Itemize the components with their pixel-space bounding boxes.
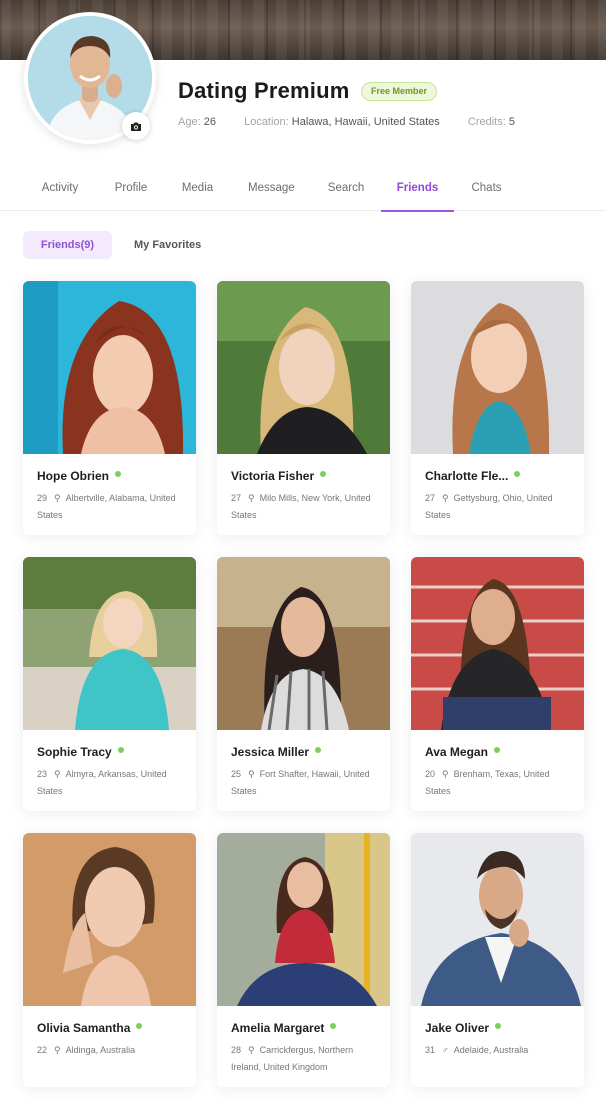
online-status-icon (115, 471, 122, 477)
friend-card[interactable]: Olivia Samantha 22 ⚲ Aldinga, Australia (23, 833, 196, 1087)
friend-photo (23, 557, 196, 730)
online-status-icon (330, 1023, 337, 1029)
friend-photo (411, 557, 584, 730)
friend-info: 25 ⚲ Fort Shafter, Hawaii, United States (231, 766, 383, 799)
friend-photo (411, 833, 584, 1006)
friend-age: 20 (425, 769, 436, 779)
location-pin-icon: ⚲ (248, 769, 255, 779)
location-pin-icon: ⚲ (54, 493, 61, 503)
age-label: Age: (178, 116, 201, 128)
friend-name: Charlotte Fle... (425, 469, 521, 483)
friend-photo (217, 833, 390, 1006)
subtab-favorites[interactable]: My Favorites (134, 231, 201, 259)
friend-age: 29 (37, 493, 48, 503)
friend-name: Amelia Margaret (231, 1021, 337, 1035)
friend-card[interactable]: Victoria Fisher 27 ⚲ Milo Mills, New York,… (217, 281, 390, 535)
friend-info: 20 ⚲ Brenham, Texas, United States (425, 766, 577, 799)
friend-info: 22 ⚲ Aldinga, Australia (37, 1042, 189, 1059)
friend-card[interactable]: Ava Megan 20 ⚲ Brenham, Texas, United Stat… (411, 557, 584, 811)
friend-age: 27 (425, 493, 436, 503)
location-value: Halawa, Hawaii, United States (291, 116, 440, 128)
friend-info: 27 ⚲ Gettysburg, Ohio, United States (425, 490, 577, 523)
tab-search[interactable]: Search (327, 168, 365, 211)
location-pin-icon: ⚲ (248, 1045, 255, 1055)
online-status-icon (493, 747, 500, 753)
friend-info: 31 ♂ Adelaide, Australia (425, 1042, 577, 1059)
friend-age: 22 (37, 1045, 48, 1055)
online-status-icon (495, 1023, 502, 1029)
profile-name: Dating Premium (178, 78, 350, 103)
friend-location: Aldinga, Australia (65, 1045, 136, 1055)
camera-icon (131, 122, 141, 131)
subtab-friends[interactable]: Friends(9) (23, 231, 112, 259)
male-icon: ♂ (442, 1045, 449, 1055)
friend-name: Victoria Fisher (231, 469, 327, 483)
friend-age: 28 (231, 1045, 242, 1055)
tab-friends[interactable]: Friends (381, 168, 454, 212)
friend-photo (217, 281, 390, 454)
friend-age: 25 (231, 769, 242, 779)
friend-info: 28 ⚲ Carrickfergus, Northern Ireland, Unit… (231, 1042, 383, 1075)
friend-name: Hope Obrien (37, 469, 122, 483)
tab-activity[interactable]: Activity (40, 168, 80, 211)
location-pin-icon: ⚲ (442, 769, 449, 779)
friend-age: 23 (37, 769, 48, 779)
location-pin-icon: ⚲ (54, 1045, 61, 1055)
profile-meta: Age: 26 Location: Halawa, Hawaii, United… (178, 116, 515, 128)
friend-card[interactable]: Jake Oliver 31 ♂ Adelaide, Australia (411, 833, 584, 1087)
credits-value: 5 (508, 116, 515, 128)
friend-name: Sophie Tracy (37, 745, 124, 759)
friend-age: 31 (425, 1045, 436, 1055)
tab-chats[interactable]: Chats (471, 168, 502, 211)
location-label: Location: (244, 116, 289, 128)
friend-name: Ava Megan (425, 745, 500, 759)
friend-photo (23, 833, 196, 1006)
friend-photo (411, 281, 584, 454)
age-value: 26 (203, 116, 216, 128)
friend-info: 27 ⚲ Milo Mills, New York, United States (231, 490, 383, 523)
friend-card[interactable]: Hope Obrien 29 ⚲ Albertville, Alabama, Uni… (23, 281, 196, 535)
friend-age: 27 (231, 493, 242, 503)
tab-message[interactable]: Message (248, 168, 295, 211)
tab-profile[interactable]: Profile (114, 168, 148, 211)
member-badge: Free Member (361, 82, 438, 101)
online-status-icon (117, 747, 124, 753)
friend-location: Adelaide, Australia (453, 1045, 529, 1055)
friend-info: 23 ⚲ Almyra, Arkansas, United States (37, 766, 189, 799)
friend-name: Jake Oliver (425, 1021, 502, 1035)
credits-label: Credits: (467, 116, 506, 128)
online-status-icon (320, 471, 327, 477)
friend-card[interactable]: Charlotte Fle... 27 ⚲ Gettysburg, Ohio, Un… (411, 281, 584, 535)
location-pin-icon: ⚲ (248, 493, 255, 503)
friend-card[interactable]: Amelia Margaret 28 ⚲ Carrickfergus, Northe… (217, 833, 390, 1087)
profile-tabs: Activity Profile Media Message Search Fr… (0, 168, 606, 212)
location-pin-icon: ⚲ (442, 493, 449, 503)
online-status-icon (136, 1023, 143, 1029)
online-status-icon (514, 471, 521, 477)
friend-name: Jessica Miller (231, 745, 322, 759)
change-photo-button[interactable] (122, 112, 150, 140)
friend-photo (217, 557, 390, 730)
friend-info: 29 ⚲ Albertville, Alabama, United States (37, 490, 189, 523)
online-status-icon (315, 747, 322, 753)
friend-card[interactable]: Jessica Miller 25 ⚲ Fort Shafter, Hawaii, … (217, 557, 390, 811)
friend-name: Olivia Samantha (37, 1021, 143, 1035)
friend-card[interactable]: Sophie Tracy 23 ⚲ Almyra, Arkansas, United… (23, 557, 196, 811)
friend-photo (23, 281, 196, 454)
tab-media[interactable]: Media (181, 168, 214, 211)
location-pin-icon: ⚲ (54, 769, 61, 779)
